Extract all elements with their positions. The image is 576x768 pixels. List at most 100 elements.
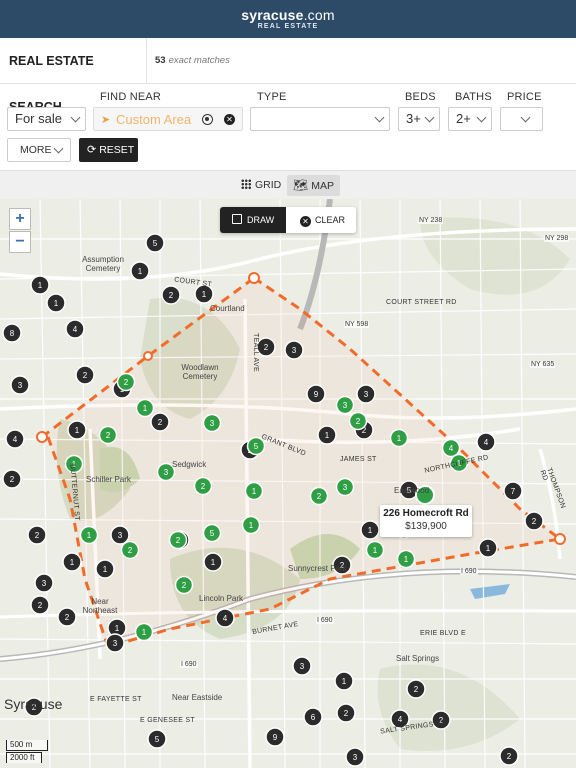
listing-cluster[interactable]: 4 xyxy=(215,608,235,628)
place-label: Assumption Cemetery xyxy=(82,255,124,273)
listing-cluster[interactable]: 7 xyxy=(503,481,523,501)
listing-cluster[interactable]: 1 xyxy=(130,261,150,281)
listing-cluster[interactable]: 3 xyxy=(345,747,365,767)
zoom-out-button[interactable]: − xyxy=(9,231,31,253)
listing-cluster-green[interactable]: 1 xyxy=(134,622,154,642)
listing-cluster-green[interactable]: 1 xyxy=(79,525,99,545)
listing-cluster-green[interactable]: 1 xyxy=(241,515,261,535)
cluster-count: 2 xyxy=(124,378,129,387)
listing-cluster[interactable]: 2 xyxy=(161,285,181,305)
listing-cluster-green[interactable]: 1 xyxy=(365,540,385,560)
listing-cluster[interactable]: 5 xyxy=(145,233,165,253)
highway-label: I 690 xyxy=(180,661,198,668)
cluster-count: 5 xyxy=(254,442,259,451)
listing-cluster-green[interactable]: 2 xyxy=(120,540,140,560)
listing-cluster[interactable]: 2 xyxy=(256,337,276,357)
listing-cluster[interactable]: 2 xyxy=(336,703,356,723)
listing-cluster[interactable]: 9 xyxy=(265,727,285,747)
listing-cluster[interactable]: 2 xyxy=(27,525,47,545)
listing-cluster[interactable]: 1 xyxy=(360,520,380,540)
listing-cluster[interactable]: 4 xyxy=(5,429,25,449)
listing-cluster[interactable]: 3 xyxy=(292,656,312,676)
site-logo[interactable]: syracuse.com xyxy=(241,8,334,22)
listing-cluster[interactable]: 3 xyxy=(34,573,54,593)
listing-cluster-green[interactable]: 1 xyxy=(135,398,155,418)
listing-cluster-green[interactable]: 1 xyxy=(244,481,264,501)
listing-cluster[interactable]: 2 xyxy=(75,365,95,385)
listing-type-select[interactable]: For sale xyxy=(7,107,86,131)
reset-button[interactable]: ⟳ RESET xyxy=(79,138,138,162)
listing-cluster[interactable]: 4 xyxy=(476,432,496,452)
listing-cluster-green[interactable]: 3 xyxy=(202,413,222,433)
listing-cluster-green[interactable]: 3 xyxy=(335,477,355,497)
listing-cluster[interactable]: 1 xyxy=(67,420,87,440)
place-label: Schiller Park xyxy=(86,475,131,484)
listing-cluster-green[interactable]: 2 xyxy=(348,411,368,431)
baths-select[interactable]: 2+ xyxy=(448,107,492,131)
listing-cluster[interactable]: 3 xyxy=(356,384,376,404)
listing-cluster[interactable]: 3 xyxy=(10,375,30,395)
place-label: Sunnycrest Park xyxy=(288,564,347,573)
listing-cluster[interactable]: 2 xyxy=(499,746,519,766)
listing-cluster-green[interactable]: 2 xyxy=(309,486,329,506)
more-filters-button[interactable]: MORE xyxy=(7,138,71,162)
place-label: Woodlawn Cemetery xyxy=(181,363,219,381)
highway-label: I 690 xyxy=(316,617,334,624)
listing-cluster[interactable]: 2 xyxy=(150,412,170,432)
clear-button[interactable]: ✕ CLEAR xyxy=(286,207,356,233)
listing-cluster[interactable]: 5 xyxy=(147,729,167,749)
draw-button[interactable]: DRAW xyxy=(220,207,286,233)
listing-cluster[interactable]: 3 xyxy=(105,633,125,653)
cluster-count: 3 xyxy=(343,401,348,410)
listing-cluster-green[interactable]: 3 xyxy=(335,395,355,415)
highway-label: NY 635 xyxy=(530,361,556,368)
listing-cluster-green[interactable]: 4 xyxy=(441,438,461,458)
map-view[interactable]: 5112114834222139321124257231111322211223… xyxy=(0,199,576,768)
clear-input-icon[interactable]: ✕ xyxy=(224,114,235,125)
listing-cluster[interactable]: 3 xyxy=(284,340,304,360)
listing-cluster[interactable]: 1 xyxy=(478,538,498,558)
listing-cluster[interactable]: 2 xyxy=(406,679,426,699)
cluster-count: 2 xyxy=(201,482,206,491)
find-near-input[interactable]: ➤ Custom Area ✕ xyxy=(93,107,243,131)
cluster-count: 8 xyxy=(10,329,15,338)
listing-cluster[interactable]: 1 xyxy=(62,552,82,572)
listing-cluster[interactable]: 6 xyxy=(303,707,323,727)
chevron-down-icon xyxy=(520,112,531,123)
beds-select[interactable]: 3+ xyxy=(398,107,440,131)
listing-cluster-green[interactable]: 2 xyxy=(168,530,188,550)
listing-cluster[interactable]: 1 xyxy=(203,552,223,572)
current-location-icon[interactable] xyxy=(202,114,213,125)
listing-cluster[interactable]: 1 xyxy=(334,671,354,691)
listing-cluster[interactable]: 1 xyxy=(30,275,50,295)
listing-cluster[interactable]: 2 xyxy=(524,511,544,531)
listing-popup[interactable]: 226 Homecroft Rd $139,900 xyxy=(380,505,472,537)
cluster-count: 1 xyxy=(404,555,409,564)
listing-cluster[interactable]: 9 xyxy=(306,384,326,404)
listing-cluster[interactable]: 2 xyxy=(57,607,77,627)
listing-cluster-green[interactable]: 2 xyxy=(116,372,136,392)
cluster-count: 1 xyxy=(87,531,92,540)
cluster-count: 3 xyxy=(364,390,369,399)
price-select[interactable] xyxy=(500,107,543,131)
listing-cluster[interactable]: 3 xyxy=(110,525,130,545)
listing-cluster-green[interactable]: 1 xyxy=(389,428,409,448)
listing-cluster[interactable]: 2 xyxy=(2,469,22,489)
listing-cluster[interactable]: 1 xyxy=(46,293,66,313)
listing-cluster-green[interactable]: 2 xyxy=(98,425,118,445)
cluster-count: 9 xyxy=(314,390,319,399)
type-select[interactable] xyxy=(250,107,390,131)
road-label: E FAYETTE ST xyxy=(90,696,142,703)
listing-cluster[interactable]: 8 xyxy=(2,323,22,343)
listing-cluster[interactable]: 1 xyxy=(95,559,115,579)
tab-map[interactable]: 🗺 MAP xyxy=(287,175,340,196)
zoom-in-button[interactable]: + xyxy=(9,208,31,230)
listing-cluster[interactable]: 2 xyxy=(30,595,50,615)
listing-cluster[interactable]: 4 xyxy=(65,319,85,339)
listing-cluster[interactable]: 1 xyxy=(317,425,337,445)
listing-cluster-green[interactable]: 2 xyxy=(193,476,213,496)
listing-cluster-green[interactable]: 1 xyxy=(396,549,416,569)
tab-grid[interactable]: GRID xyxy=(235,175,287,196)
listing-cluster-green[interactable]: 5 xyxy=(202,523,222,543)
listing-cluster-green[interactable]: 2 xyxy=(174,575,194,595)
